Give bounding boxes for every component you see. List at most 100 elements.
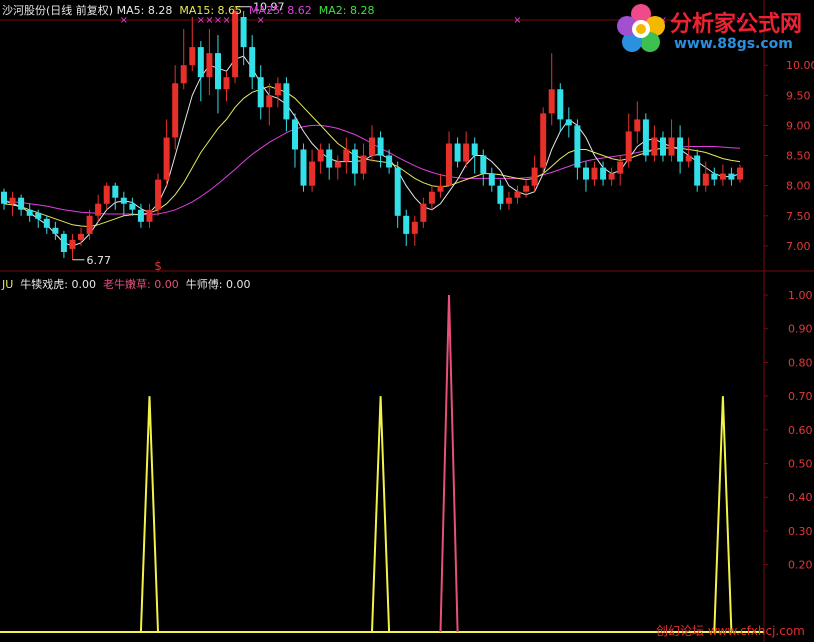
candle-body <box>420 203 427 222</box>
ma2-value: 8.28 <box>350 4 375 17</box>
s3-value: 0.00 <box>225 278 251 291</box>
price-tick-label: 9.00 <box>786 119 811 132</box>
candle-body <box>360 155 367 174</box>
candle-body <box>317 149 324 162</box>
indicator-tick-label: 0.20 <box>788 559 813 572</box>
candle-body <box>514 191 521 198</box>
indicator-name: JU <box>2 278 14 291</box>
candle-body <box>565 119 572 126</box>
indicator-tick-label: 0.80 <box>788 356 813 369</box>
candle-body <box>343 149 350 162</box>
s3-label: 牛师傅: <box>185 278 223 291</box>
candle-body <box>172 83 179 138</box>
candle-body <box>677 137 684 162</box>
stock-title: 沙河股份(日线 前复权) <box>2 4 114 17</box>
ma2-label: MA2: <box>318 4 347 17</box>
candle-body <box>163 137 170 180</box>
candle-body <box>660 137 666 156</box>
candle-body <box>369 137 375 156</box>
low-price-label: 6.77 <box>86 254 111 267</box>
candle-body <box>591 167 598 180</box>
candle-body <box>600 167 607 180</box>
candle-body <box>43 218 50 228</box>
candle-body <box>18 197 25 210</box>
indicator-tick-label: 0.40 <box>788 491 813 504</box>
candle-body <box>9 197 16 204</box>
candle-body <box>103 185 110 204</box>
indicator-tick-label: 0.60 <box>788 424 813 437</box>
candle-body <box>334 161 341 168</box>
candle-body <box>129 203 136 210</box>
candle-body <box>583 167 589 180</box>
price-tick-label: 9.50 <box>786 89 811 102</box>
candle-body <box>574 125 581 168</box>
candle-body <box>488 173 495 186</box>
candle-body <box>685 155 692 162</box>
candle-body <box>608 173 615 180</box>
site-logo: 分析家公式网 www.88gs.com <box>614 2 812 56</box>
candle-body <box>351 149 358 174</box>
s1-peak <box>371 396 391 633</box>
candle-body <box>215 53 221 90</box>
price-tick-label: 8.00 <box>786 180 811 193</box>
candle-body <box>463 143 470 162</box>
ma15-value: 8.65 <box>217 4 243 17</box>
candle-body <box>454 143 461 162</box>
indicator-tick-label: 1.00 <box>788 289 813 302</box>
candle-body <box>180 65 187 84</box>
price-tick-label: 7.50 <box>786 210 811 223</box>
candle-body <box>257 77 264 108</box>
candle-body <box>52 227 59 234</box>
signal-marker: $ <box>154 259 162 273</box>
candle-body <box>523 185 530 192</box>
candle-body <box>377 137 384 156</box>
candle-body <box>26 209 33 216</box>
candle-body <box>411 221 418 234</box>
indicator-tick-label: 0.90 <box>788 323 813 336</box>
candle-body <box>651 137 658 156</box>
candle-body <box>78 233 84 240</box>
chart-window: { "header": { "stock_title": "沙河股份(日线 前复… <box>0 0 814 642</box>
s2-value: 0.00 <box>154 278 179 291</box>
candle-body <box>428 191 435 204</box>
logo-url: www.88gs.com <box>674 36 793 52</box>
candle-body <box>737 167 743 180</box>
candle-body <box>711 173 718 180</box>
candle-body <box>223 77 230 90</box>
candle-body <box>309 161 316 186</box>
candle-body <box>480 155 487 174</box>
candle-body <box>728 173 735 180</box>
price-tick-label: 7.00 <box>786 240 811 253</box>
s1-peak <box>713 396 733 633</box>
s1-peak <box>139 396 159 633</box>
candle-body <box>634 119 641 132</box>
ma5-value: 8.28 <box>147 4 173 17</box>
candle-body <box>557 89 564 120</box>
top-x-marker: × <box>513 15 521 26</box>
ma25-value: 8.62 <box>287 4 312 17</box>
candle-body <box>548 89 555 114</box>
candle-body <box>266 95 273 108</box>
s2-peak <box>439 294 459 633</box>
candle-body <box>146 209 153 222</box>
candle-body <box>86 215 93 234</box>
candle-body <box>446 143 452 186</box>
candle-body <box>69 239 76 249</box>
candle-body <box>625 131 632 162</box>
candle-body <box>531 167 538 186</box>
candle-body <box>1 191 7 204</box>
candle-body <box>120 197 127 204</box>
indicator-tick-label: 0.30 <box>788 525 813 538</box>
s1-label: 牛犊戏虎: <box>20 278 69 291</box>
candle-body <box>232 11 239 78</box>
candle-body <box>617 161 624 174</box>
ma15-label: MA15: <box>179 4 215 17</box>
candle-body <box>394 167 401 216</box>
watermark: 创幻论坛 www.cfxhcj.com <box>656 624 805 638</box>
logo-title: 分析家公式网 <box>670 12 803 37</box>
candle-body <box>35 212 42 219</box>
candle-body <box>274 83 281 96</box>
candle-body <box>240 17 247 48</box>
ma25-label: MA25: <box>249 4 284 17</box>
candle-body <box>292 119 298 150</box>
